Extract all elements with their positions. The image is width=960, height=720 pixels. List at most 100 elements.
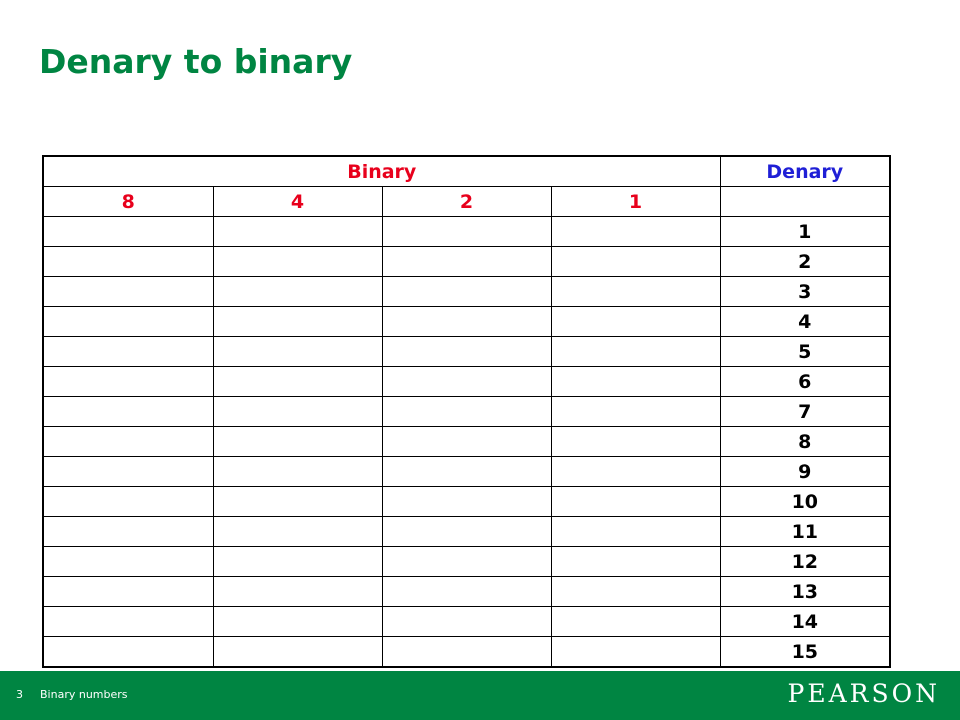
- binary-digit-cell: [212, 636, 383, 668]
- table-row: 6: [42, 366, 892, 397]
- place-value-8: 8: [42, 186, 214, 217]
- denary-value-cell: 6: [719, 366, 892, 397]
- table-row: 1: [42, 216, 892, 247]
- binary-digit-cell: [42, 276, 214, 307]
- binary-digit-cell: [42, 306, 214, 337]
- binary-digit-cell: [550, 246, 721, 277]
- footer-bar: 3 Binary numbers PEARSON: [0, 671, 960, 720]
- binary-digit-cell: [381, 216, 552, 247]
- binary-digit-cell: [381, 486, 552, 517]
- binary-conversion-table: Binary Denary 8 4 2 1 1 2 3 4 5 6 7 8 9 10 11 12 13 1…: [41, 155, 892, 668]
- binary-digit-cell: [550, 276, 721, 307]
- binary-digit-cell: [42, 546, 214, 577]
- denary-value-cell: 4: [719, 306, 892, 337]
- binary-digit-cell: [42, 456, 214, 487]
- binary-digit-cell: [42, 246, 214, 277]
- binary-digit-cell: [550, 606, 721, 637]
- denary-value-cell: 3: [719, 276, 892, 307]
- binary-digit-cell: [212, 366, 383, 397]
- binary-digit-cell: [550, 216, 721, 247]
- table-row: 9: [42, 456, 892, 487]
- table-row: 11: [42, 516, 892, 547]
- binary-digit-cell: [550, 306, 721, 337]
- group-header-row: Binary Denary: [41, 155, 892, 187]
- table-row: 5: [42, 336, 892, 367]
- binary-digit-cell: [550, 546, 721, 577]
- binary-digit-cell: [550, 576, 721, 607]
- binary-digit-cell: [550, 516, 721, 547]
- denary-value-cell: 14: [719, 606, 892, 637]
- empty-cell: [719, 186, 892, 217]
- binary-digit-cell: [381, 606, 552, 637]
- place-value-4: 4: [212, 186, 383, 217]
- binary-digit-cell: [381, 456, 552, 487]
- denary-value-cell: 12: [719, 546, 892, 577]
- binary-digit-cell: [212, 246, 383, 277]
- binary-digit-cell: [42, 486, 214, 517]
- table-row: 14: [42, 606, 892, 637]
- table-row: 7: [42, 396, 892, 427]
- place-value-row: 8 4 2 1: [42, 186, 892, 217]
- binary-digit-cell: [550, 396, 721, 427]
- binary-digit-cell: [381, 636, 552, 668]
- denary-value-cell: 5: [719, 336, 892, 367]
- binary-digit-cell: [212, 516, 383, 547]
- binary-digit-cell: [212, 336, 383, 367]
- binary-digit-cell: [42, 516, 214, 547]
- binary-digit-cell: [550, 366, 721, 397]
- binary-digit-cell: [42, 216, 214, 247]
- binary-digit-cell: [42, 396, 214, 427]
- slide-number: 3: [16, 688, 23, 701]
- binary-digit-cell: [42, 576, 214, 607]
- table-row: 15: [42, 636, 892, 668]
- binary-digit-cell: [381, 276, 552, 307]
- table-row: 3: [42, 276, 892, 307]
- binary-digit-cell: [550, 636, 721, 668]
- binary-digit-cell: [42, 426, 214, 457]
- binary-digit-cell: [381, 516, 552, 547]
- denary-value-cell: 2: [719, 246, 892, 277]
- table-row: 13: [42, 576, 892, 607]
- binary-digit-cell: [381, 576, 552, 607]
- table-row: 4: [42, 306, 892, 337]
- binary-digit-cell: [212, 606, 383, 637]
- binary-digit-cell: [212, 456, 383, 487]
- slide-title: Denary to binary: [39, 42, 353, 81]
- binary-digit-cell: [550, 336, 721, 367]
- place-value-1: 1: [550, 186, 721, 217]
- binary-digit-cell: [42, 336, 214, 367]
- binary-digit-cell: [212, 306, 383, 337]
- denary-value-cell: 10: [719, 486, 892, 517]
- binary-digit-cell: [381, 426, 552, 457]
- denary-value-cell: 8: [719, 426, 892, 457]
- binary-digit-cell: [42, 636, 214, 668]
- table-row: 12: [42, 546, 892, 577]
- denary-value-cell: 7: [719, 396, 892, 427]
- pearson-logo: PEARSON: [787, 679, 940, 708]
- denary-value-cell: 9: [719, 456, 892, 487]
- binary-digit-cell: [212, 216, 383, 247]
- binary-digit-cell: [550, 456, 721, 487]
- binary-digit-cell: [550, 426, 721, 457]
- binary-digit-cell: [42, 366, 214, 397]
- binary-digit-cell: [381, 396, 552, 427]
- binary-digit-cell: [381, 336, 552, 367]
- binary-digit-cell: [212, 426, 383, 457]
- denary-value-cell: 13: [719, 576, 892, 607]
- denary-value-cell: 1: [719, 216, 892, 247]
- binary-digit-cell: [381, 546, 552, 577]
- table-row: 8: [42, 426, 892, 457]
- binary-digit-cell: [381, 306, 552, 337]
- binary-digit-cell: [550, 486, 721, 517]
- place-value-2: 2: [381, 186, 552, 217]
- binary-header: Binary: [41, 155, 721, 187]
- binary-digit-cell: [212, 276, 383, 307]
- binary-digit-cell: [212, 486, 383, 517]
- table-row: 2: [42, 246, 892, 277]
- binary-digit-cell: [212, 576, 383, 607]
- binary-digit-cell: [381, 366, 552, 397]
- denary-value-cell: 15: [719, 636, 892, 668]
- binary-digit-cell: [381, 246, 552, 277]
- binary-digit-cell: [212, 396, 383, 427]
- denary-value-cell: 11: [719, 516, 892, 547]
